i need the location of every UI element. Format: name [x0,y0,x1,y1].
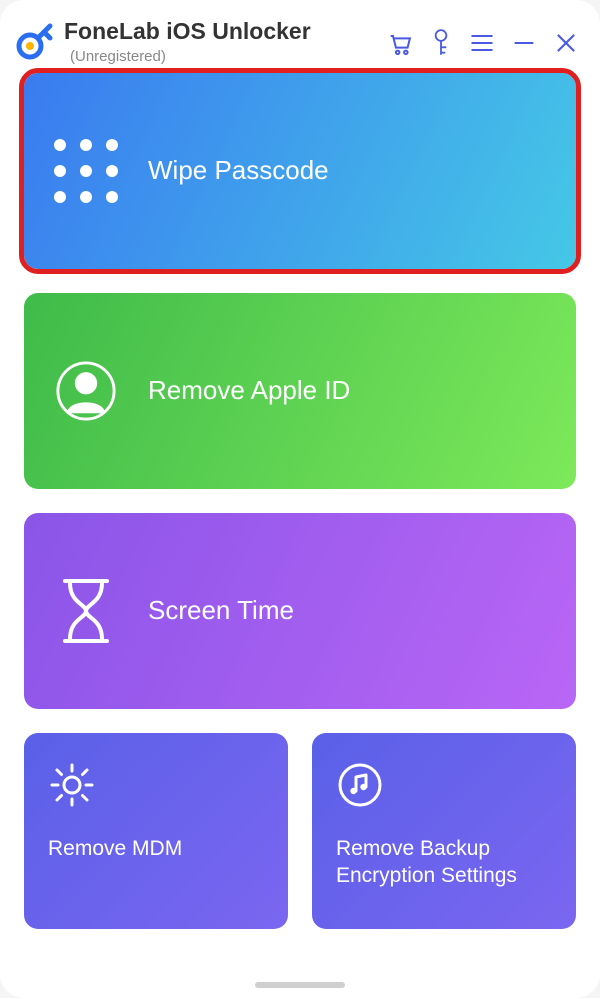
cart-icon[interactable] [386,29,414,62]
screen-time-card[interactable]: Screen Time [24,513,576,709]
bottom-row: Remove MDM Remove Backup Encryption Sett… [24,733,576,929]
close-icon[interactable] [552,29,580,62]
menu-icon[interactable] [468,29,496,62]
app-title: FoneLab iOS Unlocker [64,18,376,46]
gear-icon [48,761,96,809]
drag-handle-icon[interactable] [255,982,345,988]
header-actions [386,28,580,63]
wipe-passcode-label: Wipe Passcode [148,155,329,186]
remove-backup-encryption-card[interactable]: Remove Backup Encryption Settings [312,733,576,929]
music-disc-icon [336,761,384,809]
key-icon[interactable] [428,28,454,63]
app-logo-icon [14,22,54,62]
app-subtitle: (Unregistered) [70,48,376,65]
profile-icon [54,360,118,422]
remove-backup-encryption-label: Remove Backup Encryption Settings [336,835,552,890]
remove-mdm-card[interactable]: Remove MDM [24,733,288,929]
remove-apple-id-card[interactable]: Remove Apple ID [24,293,576,489]
app-window: FoneLab iOS Unlocker (Unregistered) [0,0,600,998]
header: FoneLab iOS Unlocker (Unregistered) [0,0,600,73]
wipe-passcode-card[interactable]: Wipe Passcode [24,73,576,269]
passcode-dots-icon [54,139,118,203]
remove-mdm-label: Remove MDM [48,835,182,862]
minimize-icon[interactable] [510,29,538,62]
content: Wipe Passcode Remove Apple ID [0,73,600,968]
screen-time-label: Screen Time [148,595,294,626]
remove-apple-id-label: Remove Apple ID [148,375,350,406]
title-block: FoneLab iOS Unlocker (Unregistered) [64,18,376,65]
hourglass-icon [54,576,118,646]
